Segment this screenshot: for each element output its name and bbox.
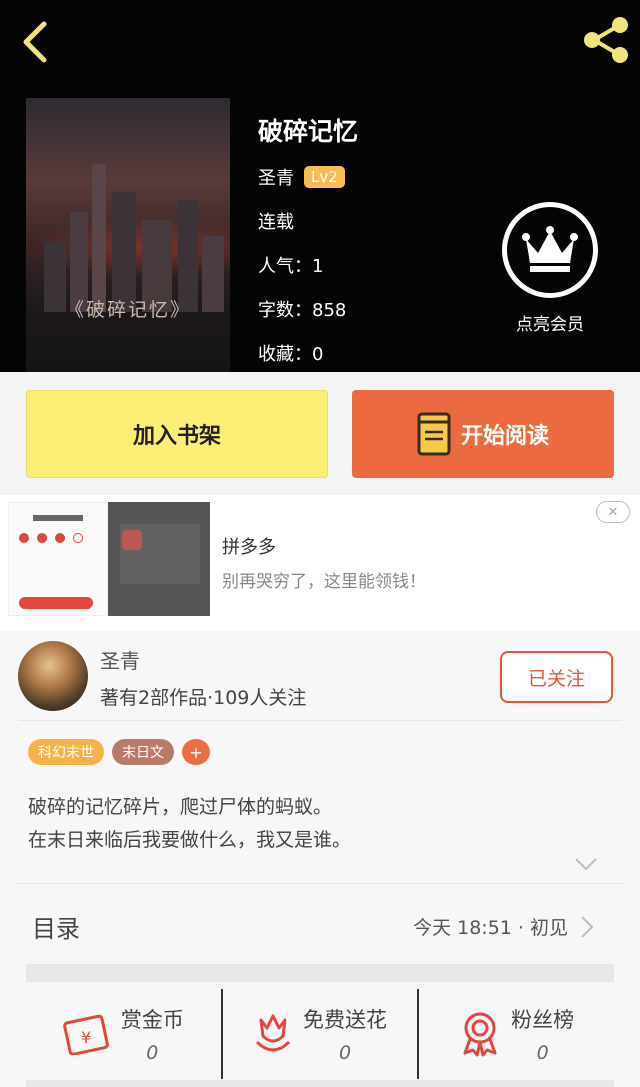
red-envelope-icon: ¥ — [62, 1014, 109, 1055]
medal-icon — [463, 1012, 497, 1057]
synopsis-line-2: 在末日来临后我要做什么，我又是谁。 — [28, 829, 352, 851]
send-flower-button[interactable]: 免费送花 0 — [220, 989, 418, 1079]
latest-chapter: 今天 18:51 · 初见 — [413, 917, 568, 939]
book-cover[interactable]: 《破碎记忆》 — [26, 98, 230, 372]
tag-list: 科幻末世 末日文 + — [28, 739, 210, 765]
book-header: 《破碎记忆》 破碎记忆 圣青 Lv2 连载 人气：1 字数：858 收藏：0 点… — [0, 0, 640, 372]
add-tag-button[interactable]: + — [182, 739, 210, 765]
cover-title: 《破碎记忆》 — [64, 299, 191, 321]
section-divider — [26, 964, 614, 982]
popularity: 人气：1 — [258, 256, 324, 277]
chevron-right-icon — [581, 916, 594, 938]
author-row: 圣青 Lv2 — [258, 164, 345, 190]
action-bar: 加入书架 开始阅读 — [0, 372, 640, 495]
section-divider — [26, 1080, 614, 1087]
back-button[interactable] — [14, 16, 58, 64]
toc-label: 目录 — [32, 915, 80, 943]
tag-scifi[interactable]: 科幻末世 — [28, 739, 104, 765]
info-panel: 圣青 著有2部作品·109人关注 已关注 科幻末世 末日文 + 破碎的记忆碎片，… — [0, 631, 640, 1087]
ad-image-left — [8, 502, 108, 616]
fan-rank-label: 粉丝榜 — [511, 1008, 575, 1032]
tip-coins-count: 0 — [146, 1042, 159, 1064]
vip-button[interactable]: 点亮会员 — [500, 202, 600, 335]
back-arrow-icon — [23, 21, 47, 63]
author-name[interactable]: 圣青 — [258, 164, 294, 190]
tag-doomsday[interactable]: 末日文 — [112, 739, 174, 765]
serial-status: 连载 — [258, 212, 294, 233]
author-stats: 著有2部作品·109人关注 — [100, 687, 307, 709]
send-flower-count: 0 — [338, 1042, 352, 1064]
ad-image-right — [108, 502, 210, 616]
tip-coins-label: 赏金币 — [120, 1008, 184, 1032]
ad-description: 别再哭穷了，这里能领钱！ — [222, 572, 426, 592]
level-badge: Lv2 — [304, 166, 345, 188]
share-icon — [584, 17, 628, 63]
author-avatar[interactable] — [18, 641, 88, 711]
collection-count: 收藏：0 — [258, 344, 324, 365]
book-title: 破碎记忆 — [258, 117, 359, 146]
interaction-stats: ¥ 赏金币 0 免费送花 0 粉丝榜 0 — [26, 989, 614, 1079]
svg-text:¥: ¥ — [81, 1028, 91, 1047]
author-block-name[interactable]: 圣青 — [100, 645, 140, 674]
share-button[interactable] — [580, 14, 632, 66]
tip-coins-button[interactable]: ¥ 赏金币 0 — [26, 989, 221, 1079]
send-flower-label: 免费送花 — [303, 1008, 387, 1032]
divider — [18, 720, 622, 721]
synopsis: 破碎的记忆碎片，爬过尸体的蚂蚁。 在末日来临后我要做什么，我又是谁。 — [28, 791, 351, 857]
fan-rank-button[interactable]: 粉丝榜 0 — [417, 989, 614, 1079]
follow-button[interactable]: 已关注 — [500, 651, 613, 703]
ad-banner[interactable]: 拼多多 别再哭穷了，这里能领钱！ ✕ — [0, 495, 640, 631]
table-of-contents-row[interactable]: 目录 今天 18:51 · 初见 — [0, 881, 640, 961]
vip-label: 点亮会员 — [516, 315, 584, 335]
book-icon — [417, 412, 451, 456]
add-to-shelf-button[interactable]: 加入书架 — [26, 390, 328, 478]
start-reading-button[interactable]: 开始阅读 — [352, 390, 614, 478]
flower-icon — [255, 1014, 291, 1052]
synopsis-line-1: 破碎的记忆碎片，爬过尸体的蚂蚁。 — [28, 796, 333, 818]
ad-close-button[interactable]: ✕ — [596, 501, 630, 523]
expand-chevron-icon[interactable] — [574, 857, 598, 871]
start-reading-label: 开始阅读 — [460, 424, 549, 449]
fan-rank-count: 0 — [536, 1042, 549, 1064]
ad-title: 拼多多 — [222, 537, 276, 558]
crown-icon — [502, 202, 598, 298]
word-count: 字数：858 — [258, 300, 347, 321]
